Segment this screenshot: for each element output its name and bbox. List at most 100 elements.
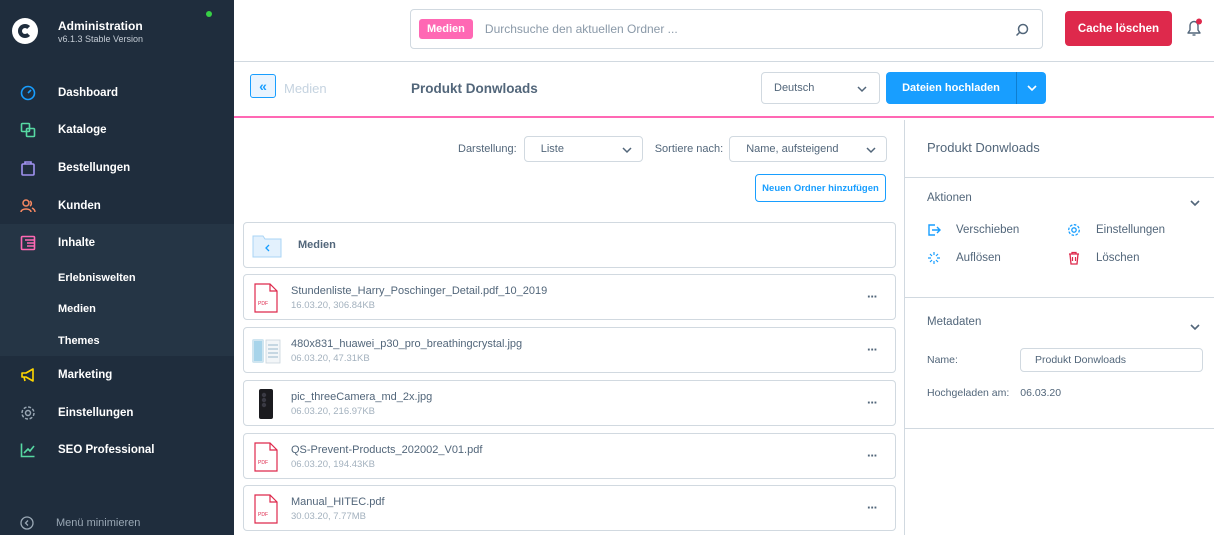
move-action[interactable]: Verschieben xyxy=(927,223,1019,237)
add-folder-button[interactable]: Neuen Ordner hinzufügen xyxy=(755,174,886,202)
sidebar-submenu: Erlebniswelten Medien Themes xyxy=(0,261,234,357)
name-field[interactable]: Produkt Donwloads xyxy=(1020,348,1203,372)
smart-bar: « Medien Produkt Donwloads Deutsch Datei… xyxy=(234,62,1214,118)
divider xyxy=(905,297,1214,298)
breadcrumb[interactable]: Medien xyxy=(284,81,327,96)
folder-name: Medien xyxy=(298,239,336,251)
file-meta: 16.03.20, 306.84KB xyxy=(291,300,375,311)
pdf-file-icon: PDF xyxy=(250,282,282,314)
file-name: QS-Prevent-Products_202002_V01.pdf xyxy=(291,444,483,456)
divider xyxy=(905,428,1214,429)
actions-section-title[interactable]: Aktionen xyxy=(927,192,972,204)
view-mode-value: Liste xyxy=(540,143,564,155)
more-options-button[interactable]: ··· xyxy=(867,395,878,410)
upload-files-button[interactable]: Dateien hochladen xyxy=(886,72,1046,104)
sidebar-item-einstellungen[interactable]: Einstellungen xyxy=(0,394,234,432)
file-row[interactable]: pic_threeCamera_md_2x.jpg 06.03.20, 216.… xyxy=(243,380,896,426)
clear-cache-button[interactable]: Cache löschen xyxy=(1065,11,1172,46)
sidebar-item-label: Marketing xyxy=(58,369,113,382)
sidebar-item-label: Kunden xyxy=(58,199,101,212)
collapse-menu-button[interactable]: Menü minimieren xyxy=(0,511,234,535)
app-version: v6.1.3 Stable Version xyxy=(58,33,144,44)
more-options-button[interactable]: ··· xyxy=(867,448,878,463)
sidebar-item-bestellungen[interactable]: Bestellungen xyxy=(0,149,234,187)
dissolve-action[interactable]: Auflösen xyxy=(927,251,1001,265)
sidebar-item-label: Inhalte xyxy=(58,237,96,250)
uploaded-label-text: Hochgeladen am: xyxy=(927,387,1010,399)
name-value: Produkt Donwloads xyxy=(1035,354,1127,366)
file-row[interactable]: 480x831_huawei_p30_pro_breathingcrystal.… xyxy=(243,327,896,373)
bag-icon xyxy=(20,160,36,176)
chevron-down-icon[interactable] xyxy=(1190,320,1200,334)
view-mode-select[interactable]: Liste xyxy=(523,136,643,162)
file-name: pic_threeCamera_md_2x.jpg xyxy=(291,391,433,403)
metadata-section-title[interactable]: Metadaten xyxy=(927,316,981,328)
camera-image-thumbnail xyxy=(250,388,282,420)
sidebar-item-kataloge[interactable]: Kataloge xyxy=(0,112,234,150)
svg-text:PDF: PDF xyxy=(258,301,268,307)
sidebar-item-label: Dashboard xyxy=(58,86,119,99)
move-label: Verschieben xyxy=(956,224,1020,236)
delete-action[interactable]: Löschen xyxy=(1067,251,1139,265)
svg-text:PDF: PDF xyxy=(258,460,268,466)
more-options-button[interactable]: ··· xyxy=(867,342,878,357)
search-module-tag[interactable]: Medien xyxy=(419,19,473,39)
divider xyxy=(905,177,1214,178)
sidebar-subitem-erlebniswelten[interactable]: Erlebniswelten xyxy=(0,262,234,294)
sidebar-item-dashboard[interactable]: Dashboard xyxy=(0,74,234,112)
uploaded-label: Hochgeladen am: 06.03.20 xyxy=(927,387,1061,399)
more-options-button[interactable]: ··· xyxy=(867,289,878,304)
sidebar-item-inhalte[interactable]: Inhalte xyxy=(0,224,234,262)
back-button[interactable]: « xyxy=(250,74,276,98)
sidebar-subitem-medien[interactable]: Medien xyxy=(0,293,234,325)
language-select[interactable]: Deutsch xyxy=(761,72,880,104)
search-icon[interactable] xyxy=(1014,22,1030,38)
file-meta: 06.03.20, 47.31KB xyxy=(291,353,370,364)
sidebar-item-marketing[interactable]: Marketing xyxy=(0,356,234,394)
search-placeholder: Durchsuche den aktuellen Ordner ... xyxy=(484,22,678,36)
sort-select[interactable]: Name, aufsteigend xyxy=(729,136,888,162)
sidebar-subitem-themes[interactable]: Themes xyxy=(0,325,234,357)
parent-folder-row[interactable]: Medien xyxy=(243,222,896,268)
status-dot-icon xyxy=(206,11,212,17)
file-name: Manual_HITEC.pdf xyxy=(291,496,385,508)
collapse-menu-label: Menü minimieren xyxy=(56,517,141,529)
file-row[interactable]: PDF QS-Prevent-Products_202002_V01.pdf 0… xyxy=(243,433,896,479)
sidebar-item-seo-professional[interactable]: SEO Professional xyxy=(0,432,234,470)
media-sidebar-panel: Produkt Donwloads Aktionen Verschieben E… xyxy=(904,120,1214,535)
sidebar-item-kunden[interactable]: Kunden xyxy=(0,187,234,225)
more-options-button[interactable]: ··· xyxy=(867,500,878,515)
notification-bell-icon[interactable] xyxy=(1184,18,1204,38)
delete-label: Löschen xyxy=(1096,252,1140,264)
media-content: Darstellung: Liste Sortiere nach: Name, … xyxy=(234,120,904,535)
upload-dropdown-toggle[interactable] xyxy=(1016,72,1046,104)
uploaded-value: 06.03.20 xyxy=(1020,387,1062,399)
language-value: Deutsch xyxy=(774,82,815,94)
file-row[interactable]: PDF Manual_HITEC.pdf 30.03.20, 7.77MB ··… xyxy=(243,485,896,531)
chevron-down-icon[interactable] xyxy=(1190,196,1200,210)
chevron-down-icon xyxy=(622,145,632,157)
sidebar-item-label: SEO Professional xyxy=(58,444,155,457)
folder-back-icon xyxy=(252,232,282,258)
name-label: Name: xyxy=(927,354,958,366)
settings-action[interactable]: Einstellungen xyxy=(1067,223,1165,237)
view-mode-label: Darstellung: xyxy=(458,143,517,155)
page-title: Produkt Donwloads xyxy=(411,81,538,96)
sidebar-nav: Dashboard Kataloge Bestellungen Kunden I… xyxy=(0,74,234,469)
settings-label: Einstellungen xyxy=(1096,224,1166,236)
catalog-icon xyxy=(20,122,36,138)
move-icon xyxy=(927,223,941,237)
file-meta: 06.03.20, 216.97KB xyxy=(291,406,375,417)
file-row[interactable]: PDF Stundenliste_Harry_Poschinger_Detail… xyxy=(243,274,896,320)
svg-text:PDF: PDF xyxy=(258,512,268,518)
file-name: 480x831_huawei_p30_pro_breathingcrystal.… xyxy=(291,338,523,350)
gauge-icon xyxy=(20,85,36,101)
sidebar-item-label: Einstellungen xyxy=(58,406,134,419)
search-input[interactable]: Medien Durchsuche den aktuellen Ordner .… xyxy=(410,9,1043,49)
chevron-down-icon xyxy=(857,84,867,96)
file-meta: 06.03.20, 194.43KB xyxy=(291,459,375,470)
shopware-logo-icon[interactable] xyxy=(12,18,38,44)
upload-files-label: Dateien hochladen xyxy=(902,82,1000,94)
chevron-left-circle-icon xyxy=(20,516,34,530)
content-icon xyxy=(20,235,36,251)
